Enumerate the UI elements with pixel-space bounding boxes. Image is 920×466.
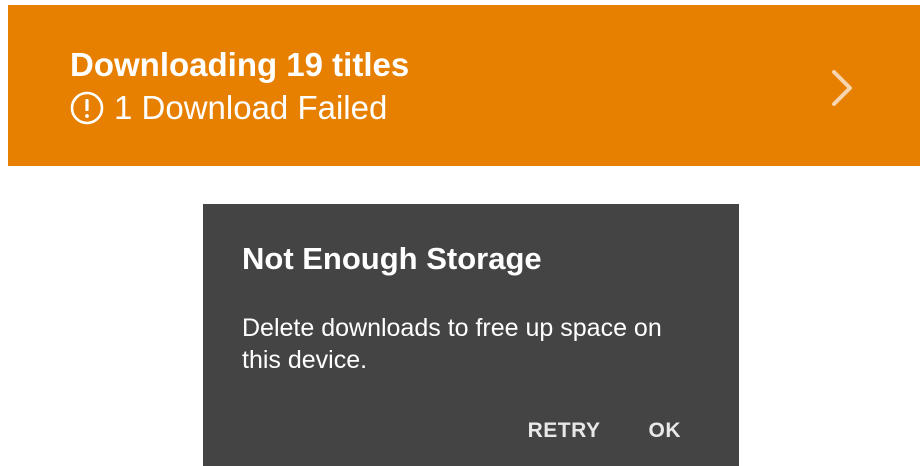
chevron-right-icon[interactable] [828, 68, 858, 108]
download-failed-text: 1 Download Failed [114, 89, 388, 126]
banner-status: 1 Download Failed [70, 88, 387, 128]
dialog-title: Not Enough Storage [242, 241, 542, 276]
retry-button[interactable]: RETRY [516, 411, 613, 451]
dialog-message: Delete downloads to free up space on thi… [242, 314, 662, 374]
ok-button[interactable]: OK [637, 411, 694, 451]
app-screen: Downloading 19 titles 1 Download Failed … [0, 0, 920, 466]
storage-dialog: Not Enough Storage Delete downloads to f… [203, 204, 739, 466]
dialog-actions: RETRY OK [516, 409, 739, 453]
download-status-banner[interactable]: Downloading 19 titles 1 Download Failed [8, 5, 920, 166]
banner-title: Downloading 19 titles [70, 46, 410, 83]
alert-circle-icon [70, 91, 104, 125]
